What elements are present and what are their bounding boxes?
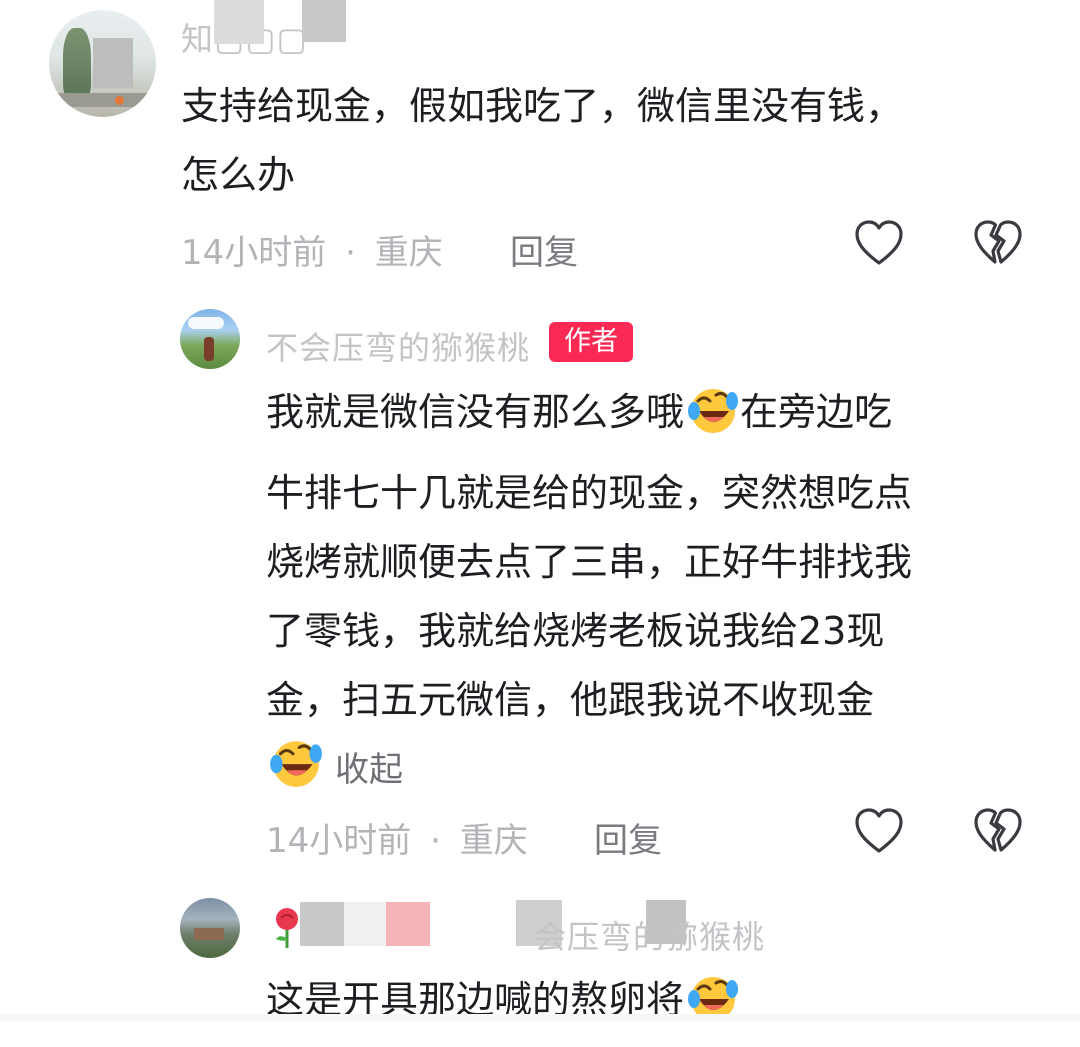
avatar-cloud-shape [188,317,224,329]
comment-meta: 14小时前 · 重庆 [181,225,443,274]
rose-emoji-icon [270,906,304,954]
avatar-wall-shape [49,93,156,107]
username-blur-box [386,902,430,946]
comment-text-line: 怎么办 [181,153,296,197]
avatar[interactable] [49,10,156,117]
comment-text-line: 牛排七十几就是给的现金，突然想吃点 [266,471,913,515]
comment-text-line: 烧烤就顺便去点了三串，正好牛排找我 [266,540,913,584]
comment-text-line: 我就是微信没有那么多哦 在旁边吃 [266,378,912,459]
bottom-edge [0,1014,1080,1021]
comment-text-segment: 我就是微信没有那么多哦 [266,390,685,434]
username-blur-box [214,0,264,44]
comment-username[interactable]: 不会压弯的猕猴桃 [266,323,530,369]
comment-meta: 14小时前 · 重庆 [266,813,528,862]
avatar-person-shape [204,337,214,361]
username-blur-box [300,902,344,946]
reply-button[interactable]: 回复 [594,813,662,862]
heart-outline-icon[interactable] [853,806,905,858]
comment-text: 我就是微信没有那么多哦 在旁边吃 牛排七十几就是给的现金，突然想吃点 烧烤就顺便… [266,378,912,735]
broken-heart-outline-icon[interactable] [972,806,1024,858]
comment-username[interactable]: 会压弯的猕猴桃 [534,912,765,958]
meta-separator: · [345,233,356,273]
comment-location: 重庆 [374,233,443,273]
avatar-blur-patch [93,38,133,88]
collapse-button[interactable]: 收起 [335,742,403,791]
comment-text: 这是开具那边喊的熬卵将 [266,966,740,1047]
broken-heart-outline-icon[interactable] [972,218,1024,270]
comment-location: 重庆 [459,821,528,861]
comment-time: 14小时前 [266,821,412,861]
reply-button[interactable]: 回复 [510,225,578,274]
avatar-tree-shape [63,28,91,98]
rolling-laughing-emoji-icon [684,969,740,1047]
rolling-laughing-emoji-icon [266,733,324,795]
rolling-laughing-emoji-icon [684,381,740,459]
username-blur-box [344,902,386,946]
comment-text: 支持给现金，假如我吃了，微信里没有钱， 怎么办 [181,72,903,210]
comment-time: 14小时前 [181,233,327,273]
avatar[interactable] [180,898,240,958]
avatar-dot-shape [115,96,124,105]
comment-text-line: 了零钱，我就给烧烤老板说我给23现 [266,609,885,653]
heart-outline-icon[interactable] [853,218,905,270]
comment-tail-row [266,733,324,789]
username-blur-box [302,0,346,42]
author-badge: 作者 [549,322,633,362]
avatar-building-shape [194,928,224,940]
comment-text-line: 金，扫五元微信，他跟我说不收现金 [266,678,875,722]
comment-text-line: 支持给现金，假如我吃了，微信里没有钱， [181,84,904,128]
comment-text-segment: 在旁边吃 [740,390,893,434]
meta-separator: · [430,821,441,861]
avatar[interactable] [180,309,240,369]
